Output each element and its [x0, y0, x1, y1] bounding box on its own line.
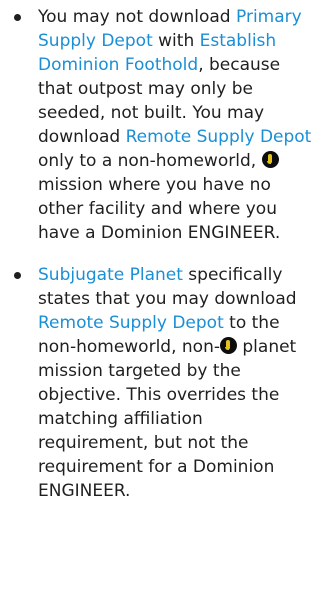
item-text: mission where you have no other facility… — [38, 175, 281, 243]
subjugate-planet-link[interactable]: Subjugate Planet — [38, 265, 183, 285]
bullet-icon — [14, 14, 21, 21]
list-item: Subjugate Planet specifically states tha… — [0, 263, 323, 503]
item-text: planet mission targeted by the objective… — [38, 337, 297, 501]
remote-supply-depot-link[interactable]: Remote Supply Depot — [126, 127, 312, 147]
list-item: You may not download Primary Supply Depo… — [0, 5, 323, 245]
bullet-icon — [14, 272, 21, 279]
remote-supply-depot-link[interactable]: Remote Supply Depot — [38, 313, 224, 333]
dominion-icon — [219, 337, 237, 354]
item-text: only to a non-homeworld, — [38, 151, 262, 171]
item-text: You may not download — [38, 7, 236, 27]
item-text: with — [152, 31, 200, 51]
dominion-icon — [261, 151, 279, 168]
rules-list: You may not download Primary Supply Depo… — [0, 0, 323, 503]
